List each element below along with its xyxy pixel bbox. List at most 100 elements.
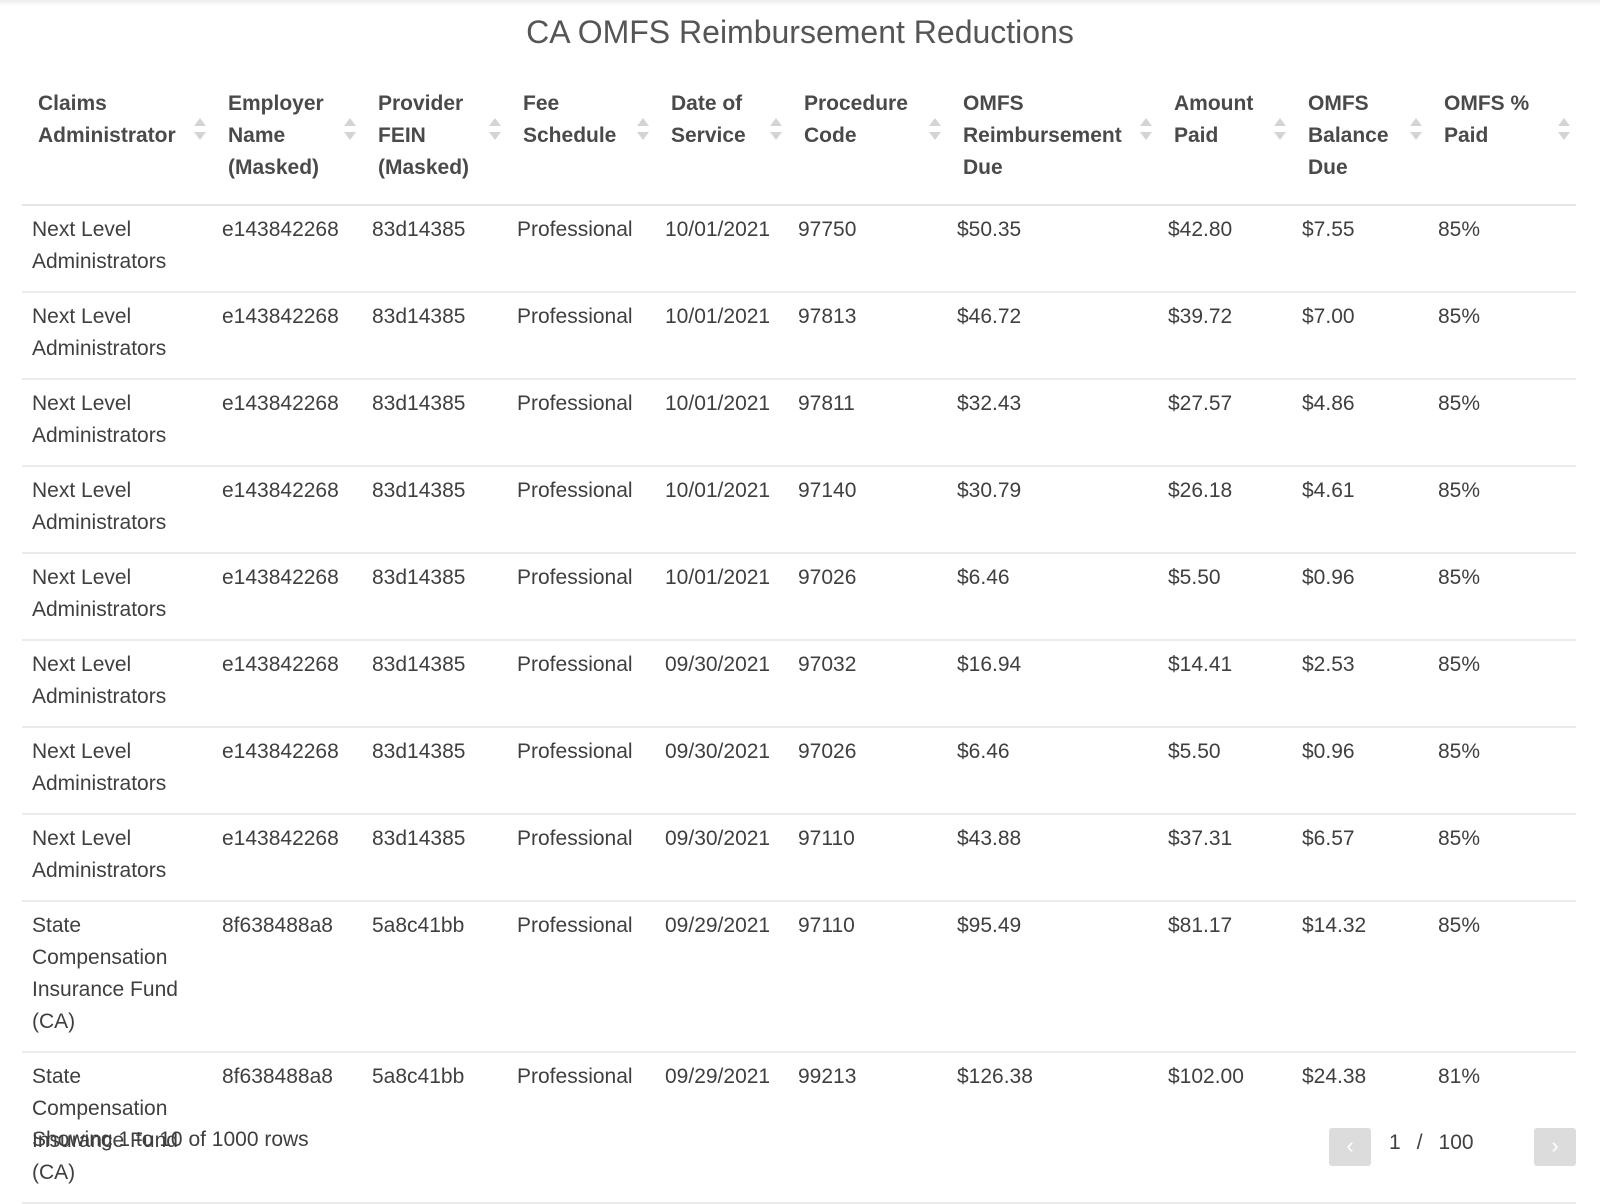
cell-omfs-balance-due: $0.96 xyxy=(1292,553,1428,641)
cell-claims-administrator: Next Level Administrators xyxy=(22,292,212,380)
cell-omfs-percent-paid: 85% xyxy=(1428,379,1576,467)
data-table: Claims Administrator Employer Name (Mask… xyxy=(22,84,1576,1204)
cell-omfs-balance-due: $7.55 xyxy=(1292,205,1428,293)
sort-icon[interactable] xyxy=(1274,118,1286,140)
cell-fee-schedule: Professional xyxy=(507,205,655,293)
sort-icon[interactable] xyxy=(1140,118,1152,140)
column-header-label: OMFS Reimbursement Due xyxy=(963,92,1122,179)
table-row: Next Level Administrators e143842268 83d… xyxy=(22,379,1576,467)
cell-amount-paid: $27.57 xyxy=(1158,379,1292,467)
cell-amount-paid: $5.50 xyxy=(1158,727,1292,815)
table-row: Next Level Administrators e143842268 83d… xyxy=(22,727,1576,815)
previous-page-button[interactable]: ‹ xyxy=(1329,1128,1371,1166)
cell-procedure-code: 97811 xyxy=(788,379,947,467)
sort-icon[interactable] xyxy=(194,118,206,140)
column-header-provider-fein[interactable]: Provider FEIN (Masked) xyxy=(362,84,507,206)
cell-omfs-percent-paid: 85% xyxy=(1428,814,1576,902)
cell-date-of-service: 10/01/2021 xyxy=(655,205,788,293)
cell-omfs-balance-due: $14.32 xyxy=(1292,901,1428,1053)
cell-procedure-code: 97110 xyxy=(788,814,947,902)
column-header-date-of-service[interactable]: Date of Service xyxy=(655,84,788,206)
cell-fee-schedule: Professional xyxy=(507,727,655,815)
column-header-omfs-reimbursement-due[interactable]: OMFS Reimbursement Due xyxy=(947,84,1158,206)
cell-claims-administrator: Next Level Administrators xyxy=(22,814,212,902)
sort-icon[interactable] xyxy=(489,118,501,140)
cell-date-of-service: 09/30/2021 xyxy=(655,814,788,902)
cell-provider-fein: 83d14385 xyxy=(362,640,507,728)
cell-provider-fein: 83d14385 xyxy=(362,379,507,467)
column-header-amount-paid[interactable]: Amount Paid xyxy=(1158,84,1292,206)
cell-claims-administrator: Next Level Administrators xyxy=(22,466,212,554)
cell-fee-schedule: Professional xyxy=(507,553,655,641)
column-header-claims-administrator[interactable]: Claims Administrator xyxy=(22,84,212,206)
cell-omfs-reimbursement-due: $30.79 xyxy=(947,466,1158,554)
cell-claims-administrator: Next Level Administrators xyxy=(22,379,212,467)
cell-omfs-percent-paid: 85% xyxy=(1428,292,1576,380)
cell-fee-schedule: Professional xyxy=(507,379,655,467)
cell-omfs-percent-paid: 85% xyxy=(1428,205,1576,293)
column-header-label: Employer Name (Masked) xyxy=(228,92,324,179)
page-separator: / xyxy=(1416,1131,1423,1154)
rows-info-text: Showing 1 to 10 of 1000 rows xyxy=(32,1128,309,1151)
cell-employer-name: e143842268 xyxy=(212,292,362,380)
cell-claims-administrator: State Compensation Insurance Fund (CA) xyxy=(22,901,212,1053)
cell-fee-schedule: Professional xyxy=(507,292,655,380)
sort-icon[interactable] xyxy=(1558,118,1570,140)
cell-claims-administrator: Next Level Administrators xyxy=(22,553,212,641)
cell-omfs-reimbursement-due: $16.94 xyxy=(947,640,1158,728)
cell-amount-paid: $26.18 xyxy=(1158,466,1292,554)
sort-icon[interactable] xyxy=(344,118,356,140)
cell-omfs-reimbursement-due: $6.46 xyxy=(947,727,1158,815)
table-row: State Compensation Insurance Fund (CA) 8… xyxy=(22,901,1576,1053)
sort-icon[interactable] xyxy=(1410,118,1422,140)
cell-procedure-code: 97750 xyxy=(788,205,947,293)
column-header-omfs-percent-paid[interactable]: OMFS % Paid xyxy=(1428,84,1576,206)
cell-amount-paid: $81.17 xyxy=(1158,901,1292,1053)
cell-omfs-percent-paid: 85% xyxy=(1428,727,1576,815)
top-shadow xyxy=(0,0,1600,6)
cell-procedure-code: 97026 xyxy=(788,727,947,815)
cell-employer-name: e143842268 xyxy=(212,727,362,815)
column-header-label: Procedure Code xyxy=(804,92,908,147)
cell-date-of-service: 09/30/2021 xyxy=(655,727,788,815)
cell-claims-administrator: Next Level Administrators xyxy=(22,640,212,728)
column-header-label: OMFS % Paid xyxy=(1444,92,1530,147)
cell-date-of-service: 10/01/2021 xyxy=(655,379,788,467)
cell-omfs-balance-due: $0.96 xyxy=(1292,727,1428,815)
cell-omfs-reimbursement-due: $32.43 xyxy=(947,379,1158,467)
column-header-procedure-code[interactable]: Procedure Code xyxy=(788,84,947,206)
chevron-right-icon: › xyxy=(1551,1133,1559,1158)
cell-omfs-reimbursement-due: $46.72 xyxy=(947,292,1158,380)
cell-omfs-balance-due: $4.61 xyxy=(1292,466,1428,554)
column-header-label: OMFS Balance Due xyxy=(1308,92,1389,179)
cell-omfs-balance-due: $4.86 xyxy=(1292,379,1428,467)
column-header-label: Date of Service xyxy=(671,92,746,147)
cell-date-of-service: 09/30/2021 xyxy=(655,640,788,728)
data-table-container: Claims Administrator Employer Name (Mask… xyxy=(22,84,1576,1204)
cell-amount-paid: $37.31 xyxy=(1158,814,1292,902)
column-header-omfs-balance-due[interactable]: OMFS Balance Due xyxy=(1292,84,1428,206)
column-header-label: Provider FEIN (Masked) xyxy=(378,92,470,179)
cell-omfs-reimbursement-due: $95.49 xyxy=(947,901,1158,1053)
sort-icon[interactable] xyxy=(929,118,941,140)
column-header-fee-schedule[interactable]: Fee Schedule xyxy=(507,84,655,206)
cell-provider-fein: 83d14385 xyxy=(362,553,507,641)
sort-icon[interactable] xyxy=(770,118,782,140)
cell-provider-fein: 83d14385 xyxy=(362,205,507,293)
cell-omfs-balance-due: $6.57 xyxy=(1292,814,1428,902)
cell-provider-fein: 83d14385 xyxy=(362,466,507,554)
cell-omfs-reimbursement-due: $50.35 xyxy=(947,205,1158,293)
next-page-button[interactable]: › xyxy=(1534,1128,1576,1166)
cell-fee-schedule: Professional xyxy=(507,901,655,1053)
column-header-employer-name[interactable]: Employer Name (Masked) xyxy=(212,84,362,206)
table-body: Next Level Administrators e143842268 83d… xyxy=(22,205,1576,1204)
chevron-left-icon: ‹ xyxy=(1346,1133,1354,1158)
cell-omfs-percent-paid: 85% xyxy=(1428,901,1576,1053)
cell-fee-schedule: Professional xyxy=(507,466,655,554)
table-row: Next Level Administrators e143842268 83d… xyxy=(22,205,1576,293)
page-title: CA OMFS Reimbursement Reductions xyxy=(526,14,1074,50)
table-footer: Showing 1 to 10 of 1000 rows ‹ 1 / 100 › xyxy=(22,1118,1576,1174)
cell-procedure-code: 97032 xyxy=(788,640,947,728)
table-row: Next Level Administrators e143842268 83d… xyxy=(22,640,1576,728)
sort-icon[interactable] xyxy=(637,118,649,140)
